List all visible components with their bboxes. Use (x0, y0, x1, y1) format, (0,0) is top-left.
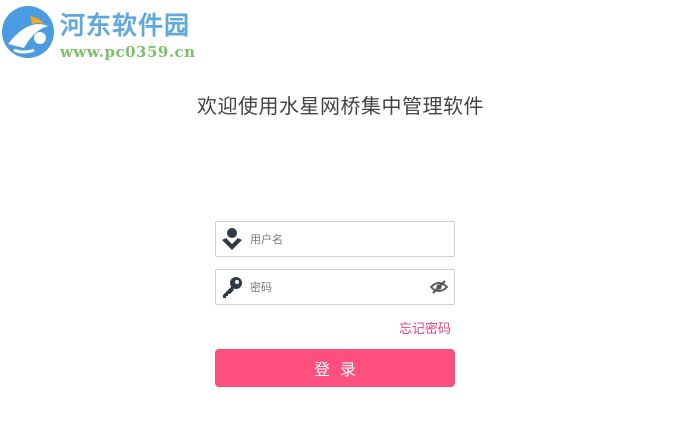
login-button[interactable]: 登录 (215, 349, 455, 387)
page-title: 欢迎使用水星网桥集中管理软件 (197, 94, 484, 118)
watermark-logo: 河东软件园 www.pc0359.cn (0, 0, 220, 70)
forgot-password-link[interactable]: 忘记密码 (399, 318, 451, 337)
watermark-url: www.pc0359.cn (60, 43, 196, 61)
watermark-logo-icon (2, 6, 54, 58)
watermark-name: 河东软件园 (60, 11, 191, 40)
eye-slash-icon[interactable] (429, 279, 449, 295)
password-field (215, 269, 455, 305)
username-input[interactable] (250, 222, 430, 256)
password-input[interactable] (250, 270, 430, 304)
login-page: 河东软件园 www.pc0359.cn 欢迎使用水星网桥集中管理软件 用户名 忘… (0, 0, 681, 441)
username-field (215, 221, 455, 257)
user-icon (218, 225, 246, 253)
key-icon (218, 273, 246, 301)
